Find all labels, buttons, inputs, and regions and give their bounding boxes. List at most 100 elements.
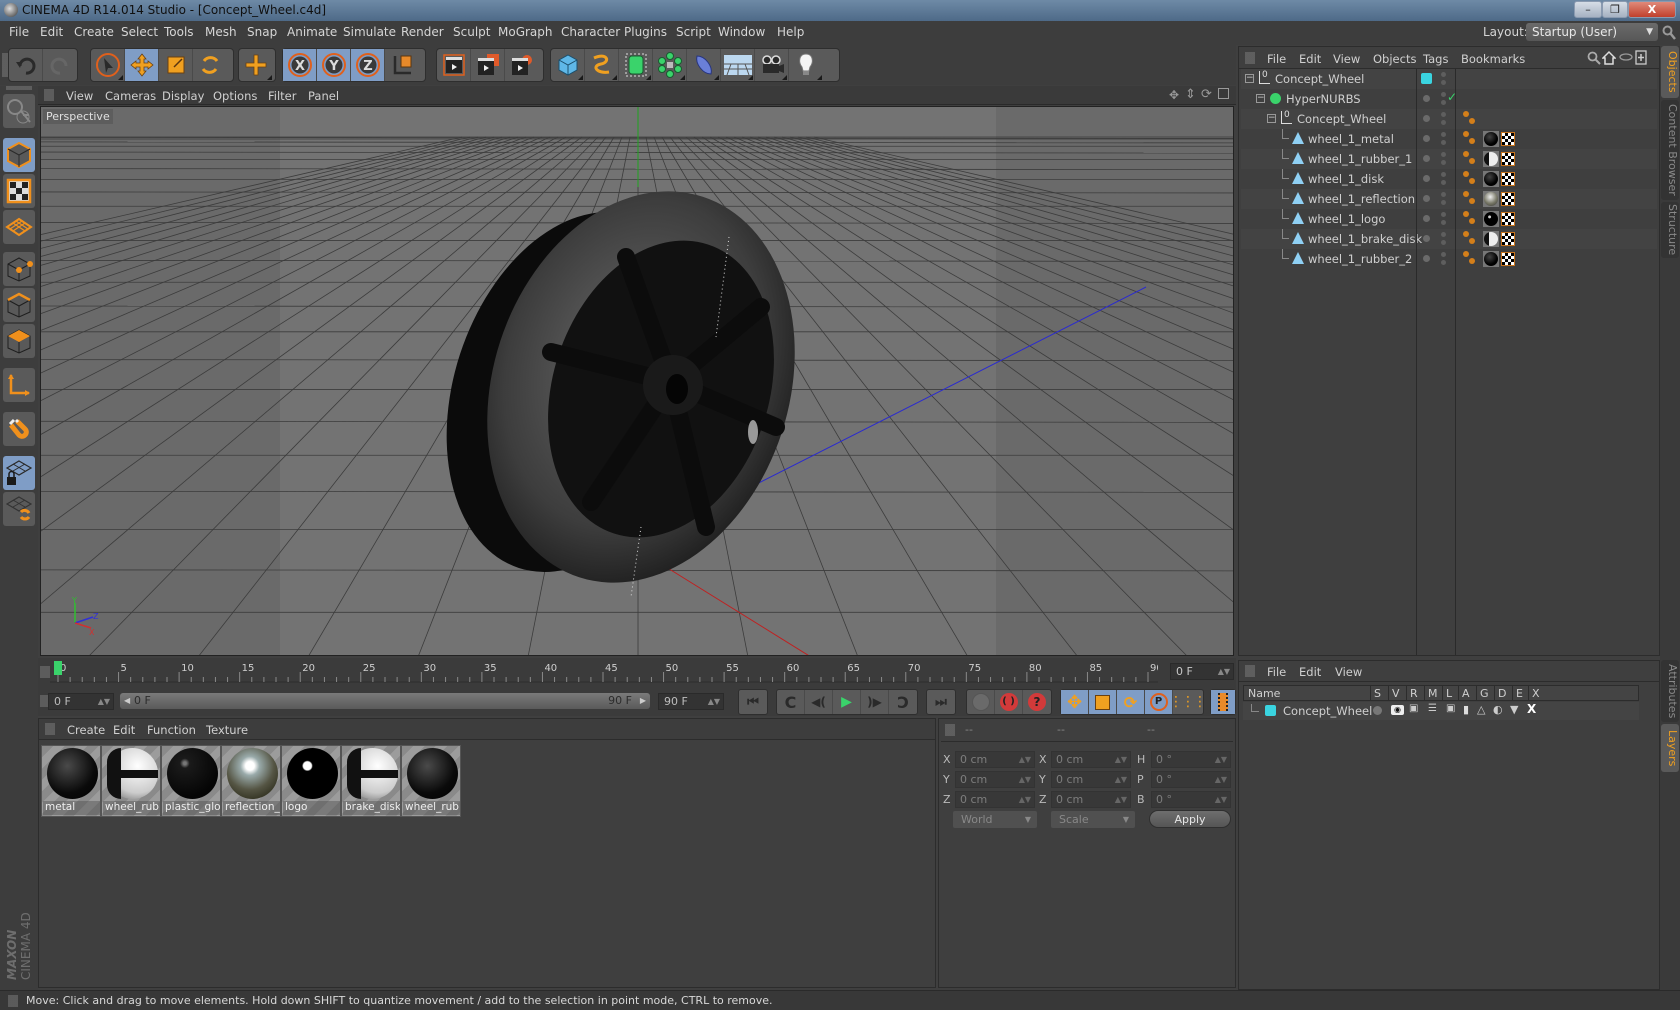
layer-menu-file[interactable]: File [1267, 665, 1286, 679]
lock-workplane-button[interactable] [3, 456, 35, 490]
uvw-texture-tag-icon[interactable] [1501, 132, 1515, 146]
layer-dot-icon[interactable] [1423, 95, 1430, 102]
tab-layers[interactable]: Layers [1661, 724, 1679, 772]
x-axis-lock-button[interactable]: X [283, 49, 317, 81]
size-mode-dropdown[interactable]: Scale ▼ [1051, 811, 1135, 828]
layer-dot-icon[interactable] [1423, 135, 1430, 142]
editor-visibility-icon[interactable] [1441, 212, 1446, 217]
phong-tag-icon[interactable] [1463, 171, 1469, 177]
next-key-button[interactable]: C [889, 690, 917, 714]
animation-filmstrip-icon[interactable]: ▮ [1463, 703, 1469, 716]
column-separator[interactable] [1406, 686, 1407, 700]
object-name[interactable]: wheel_1_metal [1308, 132, 1394, 146]
collapse-toggle-icon[interactable]: − [1245, 74, 1254, 83]
column-separator[interactable] [1388, 686, 1389, 700]
object-row[interactable]: wheel_1_rubber_2 [1241, 249, 1657, 269]
uvw-texture-tag-icon[interactable] [1501, 152, 1515, 166]
array-button[interactable] [653, 49, 687, 81]
keyframe-selection-button[interactable]: ? [1023, 690, 1051, 714]
z-axis-lock-button[interactable]: Z [351, 49, 385, 81]
link-icon[interactable] [1619, 52, 1633, 62]
size-x-field[interactable]: 0 cm ▲▼ [1051, 751, 1131, 768]
material-menu-function[interactable]: Function [147, 723, 196, 737]
search-icon[interactable] [1587, 51, 1601, 65]
start-frame-field[interactable]: 0 F ▲▼ [48, 693, 114, 710]
next-frame-button[interactable]: )▶ [861, 690, 889, 714]
current-frame-marker[interactable] [54, 661, 62, 675]
rotate-button[interactable] [193, 49, 227, 81]
light-button[interactable] [789, 49, 823, 81]
layer-row[interactable]: Concept_Wheel ◉ ▣ ☰ ▣ ▮ △ ◐ ▼ X [1243, 702, 1639, 720]
tab-attributes[interactable]: Attributes [1661, 660, 1679, 722]
layer-column-s[interactable]: S [1374, 687, 1381, 700]
layer-name[interactable]: Concept_Wheel [1283, 704, 1372, 718]
move-button[interactable] [125, 49, 159, 81]
render-view-button[interactable] [437, 49, 471, 81]
status-grip[interactable] [8, 995, 18, 1007]
go-to-end-button[interactable]: ⏭ [927, 690, 955, 714]
camera-button[interactable] [755, 49, 789, 81]
range-start-handle[interactable]: ◀ [124, 693, 130, 709]
material-thumbnail[interactable]: plastic_glo [161, 745, 221, 817]
layer-column-name[interactable]: Name [1248, 687, 1280, 700]
xref-icon[interactable]: X [1527, 702, 1536, 716]
collapse-toggle-icon[interactable]: − [1256, 94, 1265, 103]
object-name[interactable]: wheel_1_rubber_1 [1308, 152, 1412, 166]
render-clapper-icon[interactable]: ▣ [1409, 703, 1418, 714]
layer-menu-edit[interactable]: Edit [1299, 665, 1321, 679]
material-thumbnail[interactable]: brake_disk [341, 745, 401, 817]
position-z-field[interactable]: 0 cm ▲▼ [955, 791, 1035, 808]
layer-dot-icon[interactable] [1423, 115, 1430, 122]
column-separator[interactable] [1528, 686, 1529, 700]
object-row[interactable]: wheel_1_disk [1241, 169, 1657, 189]
axis-mode-button[interactable] [3, 368, 35, 402]
polygons-mode-button[interactable] [3, 324, 35, 358]
end-frame-field[interactable]: 90 F ▲▼ [658, 693, 724, 710]
material-thumbnail[interactable]: wheel_rubl [401, 745, 461, 817]
om-menu-edit[interactable]: Edit [1299, 52, 1321, 66]
material-thumbnail[interactable]: logo [281, 745, 341, 817]
layer-column-x[interactable]: X [1532, 687, 1540, 700]
redo-button[interactable] [43, 49, 77, 81]
uvw-texture-tag-icon[interactable] [1501, 252, 1515, 266]
menu-window[interactable]: Window [718, 25, 765, 39]
editor-visibility-icon[interactable] [1441, 72, 1446, 77]
spline-pen-button[interactable] [585, 49, 619, 81]
coordinates-grip[interactable] [945, 724, 955, 736]
object-name[interactable]: Concept_Wheel [1275, 72, 1364, 86]
column-separator[interactable] [1370, 686, 1371, 700]
viewport-menu-view[interactable]: View [66, 89, 93, 103]
viewport-menu-panel[interactable]: Panel [308, 89, 339, 103]
object-row[interactable]: −0 Concept_Wheel [1241, 69, 1657, 89]
column-separator[interactable] [1424, 686, 1425, 700]
planar-workplane-button[interactable] [3, 492, 35, 526]
menu-tools[interactable]: Tools [164, 25, 194, 39]
column-separator[interactable] [1512, 686, 1513, 700]
solo-toggle-icon[interactable] [1373, 706, 1382, 715]
timeline-ruler[interactable]: 051015202530354045505560657075808590 [50, 660, 1158, 684]
om-menu-view[interactable]: View [1333, 52, 1360, 66]
home-icon[interactable] [1602, 50, 1616, 65]
layer-column-e[interactable]: E [1516, 687, 1523, 700]
menu-mograph[interactable]: MoGraph [498, 25, 553, 39]
object-row[interactable]: wheel_1_logo [1241, 209, 1657, 229]
editor-visibility-icon[interactable] [1441, 112, 1446, 117]
om-menu-objects[interactable]: Objects [1373, 52, 1416, 66]
object-row[interactable]: − HyperNURBS ✓ [1241, 89, 1657, 109]
object-name[interactable]: wheel_1_disk [1308, 172, 1384, 186]
layer-grip[interactable] [1245, 665, 1255, 677]
viewport-grip[interactable] [44, 89, 54, 101]
undo-button[interactable] [9, 49, 43, 81]
menu-create[interactable]: Create [74, 25, 114, 39]
menu-sculpt[interactable]: Sculpt [453, 25, 490, 39]
points-mode-button[interactable] [3, 252, 35, 286]
phong-tag-icon[interactable] [1463, 111, 1469, 117]
mode-toolbar-grip[interactable] [6, 86, 32, 90]
om-menu-bookmarks[interactable]: Bookmarks [1461, 52, 1525, 66]
nurbs-button[interactable] [619, 49, 653, 81]
column-separator[interactable] [1442, 686, 1443, 700]
material-tag-icon[interactable] [1483, 231, 1499, 247]
layer-dot-icon[interactable] [1423, 155, 1430, 162]
menu-render[interactable]: Render [401, 25, 444, 39]
position-y-field[interactable]: 0 cm ▲▼ [955, 771, 1035, 788]
